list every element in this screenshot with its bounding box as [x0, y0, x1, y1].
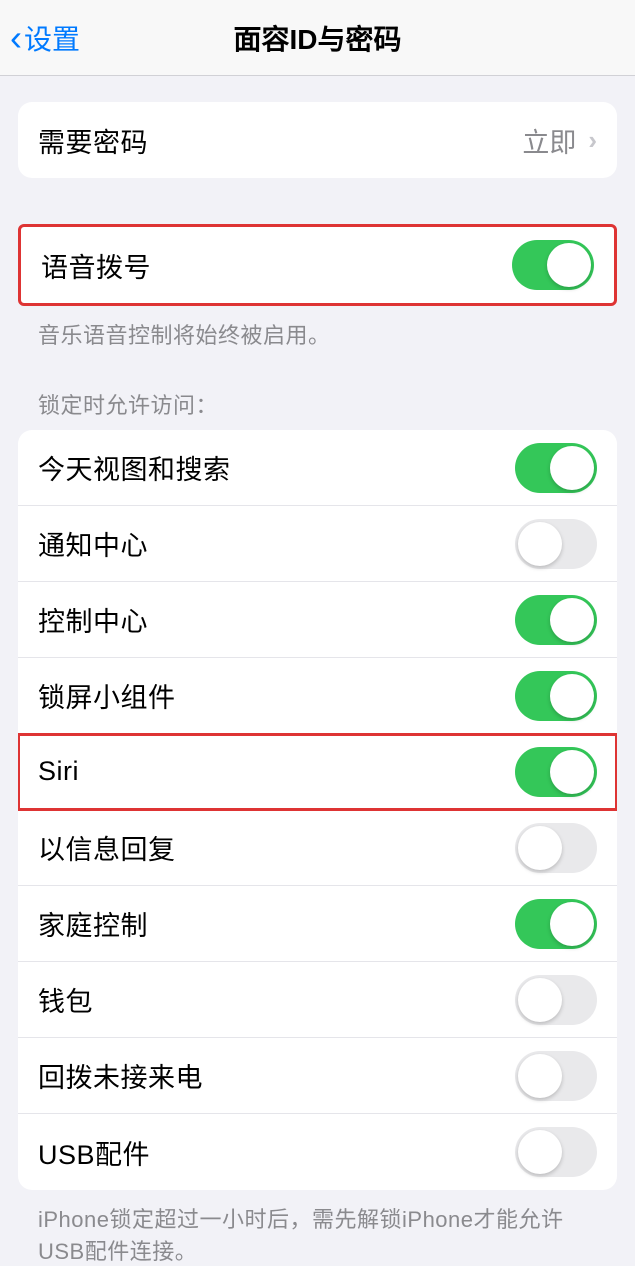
- toggle-knob: [518, 978, 562, 1022]
- lock-access-toggle[interactable]: [515, 747, 597, 797]
- lock-access-header: 锁定时允许访问：: [18, 388, 617, 430]
- lock-access-toggle[interactable]: [515, 595, 597, 645]
- voice-dial-row: 语音拨号: [21, 227, 614, 303]
- require-passcode-row[interactable]: 需要密码 立即 ›: [18, 102, 617, 178]
- lock-access-label: 以信息回复: [38, 828, 176, 867]
- chevron-right-icon: ›: [588, 125, 597, 156]
- toggle-knob: [518, 1130, 562, 1174]
- require-passcode-value: 立即 ›: [522, 121, 597, 160]
- voice-dial-group: 语音拨号: [18, 224, 617, 306]
- toggle-knob: [518, 826, 562, 870]
- lock-access-label: 锁屏小组件: [38, 676, 176, 715]
- require-passcode-label: 需要密码: [38, 121, 148, 160]
- lock-access-label: 通知中心: [38, 524, 148, 563]
- back-button[interactable]: ‹ 设置: [0, 17, 80, 59]
- lock-access-toggle[interactable]: [515, 443, 597, 493]
- voice-dial-label: 语音拨号: [41, 246, 151, 285]
- lock-access-row: 控制中心: [18, 582, 617, 658]
- chevron-left-icon: ‹: [10, 17, 22, 59]
- lock-access-label: 今天视图和搜索: [38, 448, 231, 487]
- toggle-knob: [550, 598, 594, 642]
- lock-access-footer: iPhone锁定超过一小时后，需先解锁iPhone才能允许USB配件连接。: [18, 1190, 617, 1266]
- lock-access-toggle[interactable]: [515, 519, 597, 569]
- lock-access-label: 控制中心: [38, 600, 148, 639]
- lock-access-row: Siri: [18, 734, 617, 810]
- lock-access-label: Siri: [38, 756, 79, 787]
- lock-access-label: 家庭控制: [38, 904, 148, 943]
- lock-access-toggle[interactable]: [515, 1127, 597, 1177]
- lock-access-row: 钱包: [18, 962, 617, 1038]
- toggle-knob: [550, 446, 594, 490]
- lock-access-label: 回拨未接来电: [38, 1056, 203, 1095]
- require-passcode-group: 需要密码 立即 ›: [18, 102, 617, 178]
- toggle-knob: [518, 1054, 562, 1098]
- lock-access-row: USB配件: [18, 1114, 617, 1190]
- lock-access-toggle[interactable]: [515, 1051, 597, 1101]
- back-label: 设置: [24, 18, 80, 58]
- lock-access-label: 钱包: [38, 980, 93, 1019]
- toggle-knob: [550, 750, 594, 794]
- lock-access-toggle[interactable]: [515, 671, 597, 721]
- lock-access-toggle[interactable]: [515, 899, 597, 949]
- lock-access-toggle[interactable]: [515, 975, 597, 1025]
- toggle-knob: [547, 243, 591, 287]
- lock-access-row: 锁屏小组件: [18, 658, 617, 734]
- toggle-knob: [550, 674, 594, 718]
- toggle-knob: [518, 522, 562, 566]
- lock-access-row: 以信息回复: [18, 810, 617, 886]
- voice-dial-toggle[interactable]: [512, 240, 594, 290]
- lock-access-row: 今天视图和搜索: [18, 430, 617, 506]
- lock-access-group: 今天视图和搜索通知中心控制中心锁屏小组件 Siri 以信息回复家庭控制钱包回拨未接来…: [18, 430, 617, 1190]
- lock-access-row: 回拨未接来电: [18, 1038, 617, 1114]
- voice-dial-footer: 音乐语音控制将始终被启用。: [18, 306, 617, 350]
- page-title: 面容ID与密码: [233, 18, 401, 58]
- navigation-bar: ‹ 设置 面容ID与密码: [0, 0, 635, 76]
- toggle-knob: [550, 902, 594, 946]
- lock-access-toggle[interactable]: [515, 823, 597, 873]
- lock-access-row: 通知中心: [18, 506, 617, 582]
- lock-access-label: USB配件: [38, 1133, 150, 1172]
- lock-access-row: 家庭控制: [18, 886, 617, 962]
